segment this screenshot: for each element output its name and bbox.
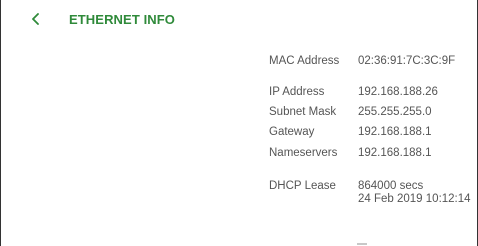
info-row-nameservers: Nameservers 192.168.188.1 [269,147,478,160]
gateway-label: Gateway [269,126,315,138]
info-row-mac: MAC Address 02:36:91:7C:3C:9F [269,55,478,68]
dhcp-lease-duration: 864000 secs [358,180,424,192]
nameservers-label: Nameservers [269,147,338,159]
dhcp-lease-label: DHCP Lease [269,180,336,192]
mac-address-label: MAC Address [269,55,340,67]
back-button[interactable] [31,9,51,29]
window-frame: ETHERNET INFO MAC Address 02:36:91:7C:3C… [0,0,478,246]
subnet-mask-label: Subnet Mask [269,106,337,118]
scroll-indicator [357,243,367,245]
gateway-value: 192.168.188.1 [358,126,432,138]
ip-address-label: IP Address [269,86,325,98]
header: ETHERNET INFO [31,9,175,29]
nameservers-value: 192.168.188.1 [358,147,432,159]
info-row-subnet: Subnet Mask 255.255.255.0 [269,106,478,119]
info-row-gateway: Gateway 192.168.188.1 [269,126,478,139]
dhcp-lease-value: 864000 secs 24 Feb 2019 10:12:14 [358,180,471,206]
info-row-dhcp-lease: DHCP Lease 864000 secs 24 Feb 2019 10:12… [269,180,478,206]
page-title: ETHERNET INFO [69,11,176,27]
ip-address-value: 192.168.188.26 [358,86,438,98]
chevron-left-icon [32,13,39,25]
dhcp-lease-expiry: 24 Feb 2019 10:12:14 [358,193,471,205]
info-row-ip: IP Address 192.168.188.26 [269,86,478,99]
subnet-mask-value: 255.255.255.0 [358,106,432,118]
mac-address-value: 02:36:91:7C:3C:9F [358,55,456,67]
